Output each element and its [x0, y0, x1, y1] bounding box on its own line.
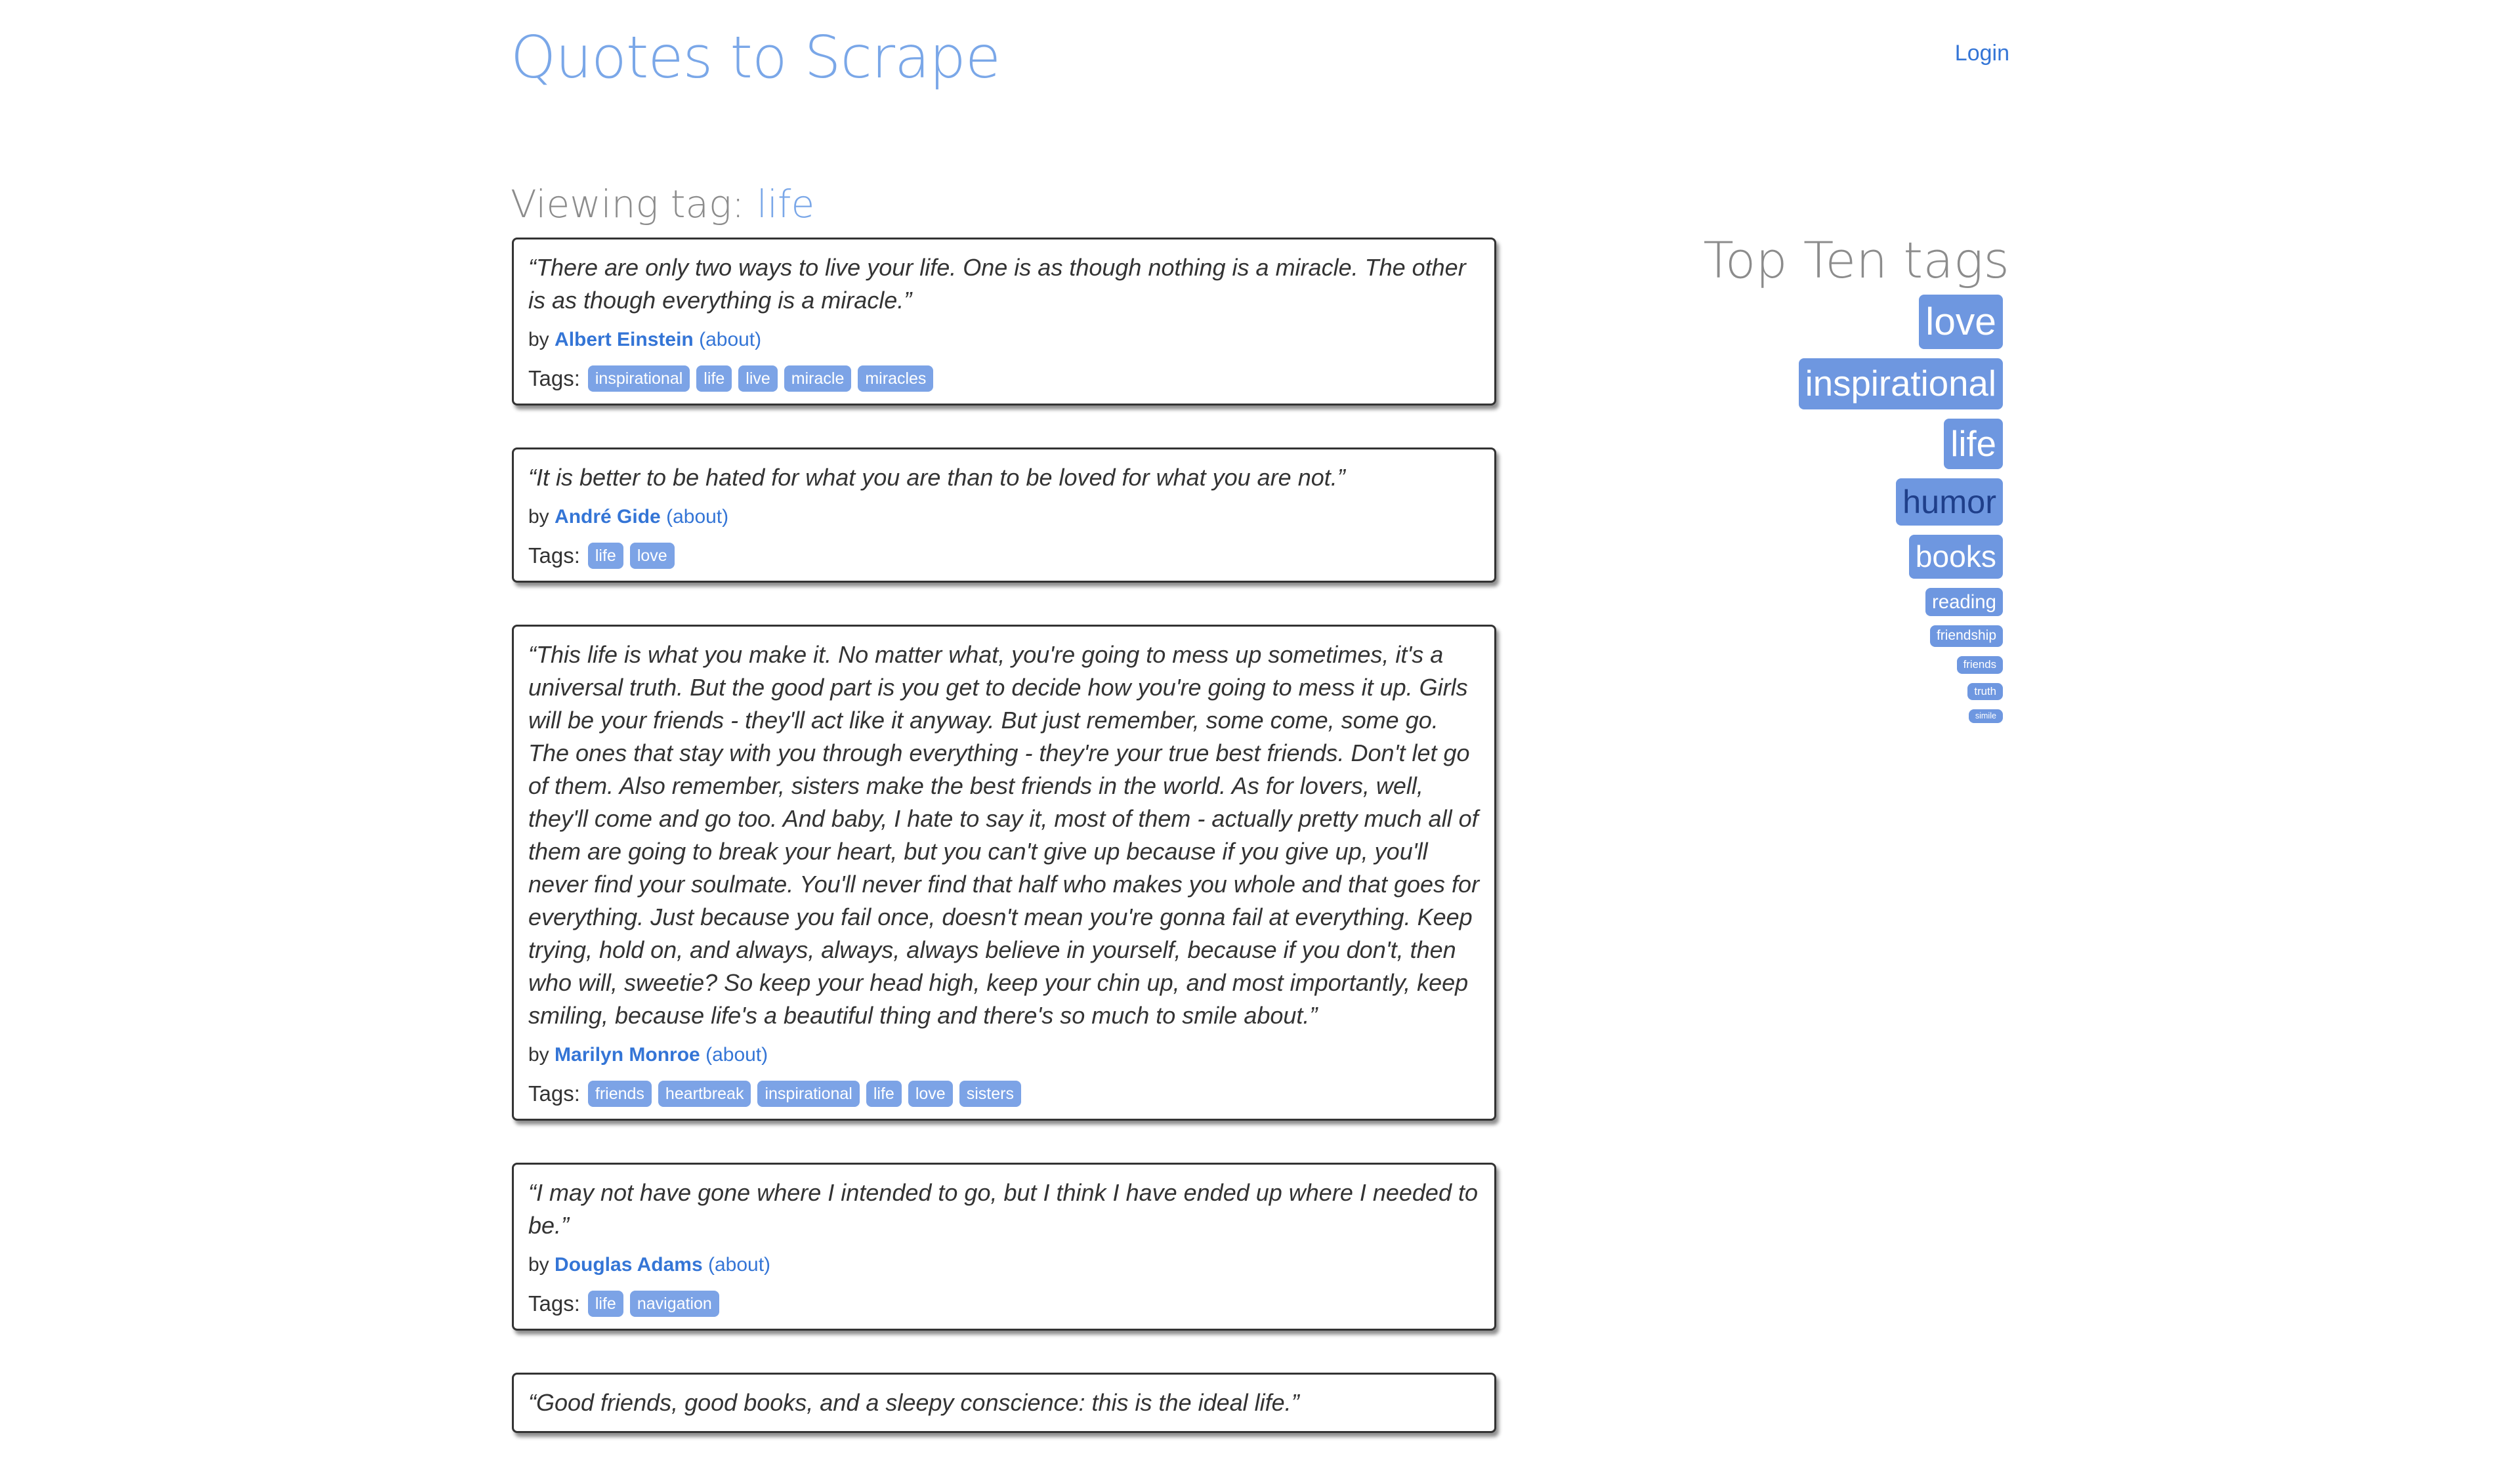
quote-author: Douglas Adams: [555, 1254, 703, 1276]
top-tag-link[interactable]: reading: [1925, 587, 2003, 617]
quote-author: Marilyn Monroe: [555, 1044, 700, 1066]
quote-tags: Tags: life navigation: [528, 1291, 1480, 1317]
tag-link[interactable]: live: [738, 365, 778, 392]
quote-text: “There are only two ways to live your li…: [528, 254, 1466, 314]
quote-tags: Tags: life love: [528, 543, 1480, 569]
quote-author: André Gide: [555, 506, 661, 528]
tag-link[interactable]: love: [629, 543, 675, 569]
tag-link[interactable]: life: [587, 1291, 623, 1317]
top-tag-link[interactable]: humor: [1896, 478, 2003, 526]
top-tag-link[interactable]: love: [1919, 294, 2003, 349]
top-tag-item: humor: [1642, 478, 2009, 526]
tag-link[interactable]: heartbreak: [658, 1081, 751, 1107]
quote-card: “I may not have gone where I intended to…: [512, 1163, 1496, 1331]
quote-author: Albert Einstein: [555, 329, 694, 350]
top-tag-item: simile: [1642, 709, 2009, 724]
top-tag-item: reading: [1642, 587, 2009, 617]
tag-link[interactable]: life: [696, 365, 732, 392]
tags-label: Tags:: [528, 1081, 580, 1106]
quote-tags: Tags: friends heartbreak inspirational life l…: [528, 1081, 1480, 1107]
quote-card: “It is better to be hated for what you a…: [512, 447, 1496, 583]
top-tag-item: inspirational: [1642, 358, 2009, 409]
top-tags-list: love inspirational life humor books reading fr…: [1642, 294, 2009, 724]
top-tag-link[interactable]: friendship: [1929, 625, 2003, 647]
quote-text: “This life is what you make it. No matte…: [528, 641, 1480, 1029]
quote-byline: by Douglas Adams (about): [528, 1254, 1480, 1276]
viewing-prefix: Viewing tag:: [511, 182, 757, 226]
top-tag-item: books: [1642, 535, 2009, 579]
quote-card: “This life is what you make it. No matte…: [512, 625, 1496, 1121]
tag-link[interactable]: life: [866, 1081, 902, 1107]
quote-tags: Tags: inspirational life live miracle miracle…: [528, 365, 1480, 392]
viewing-tag-heading: Viewing tag: life: [511, 182, 814, 226]
author-about-link[interactable]: (about): [708, 1254, 770, 1276]
tag-link[interactable]: life: [587, 543, 623, 569]
tag-link[interactable]: miracles: [858, 365, 934, 392]
tag-link[interactable]: miracle: [784, 365, 852, 392]
top-tag-link[interactable]: truth: [1967, 682, 2003, 701]
tag-link[interactable]: inspirational: [757, 1081, 860, 1107]
tags-label: Tags:: [528, 543, 580, 568]
tag-link[interactable]: navigation: [629, 1291, 719, 1317]
quote-text: “I may not have gone where I intended to…: [528, 1179, 1478, 1239]
top-tag-item: friends: [1642, 655, 2009, 674]
top-tag-link[interactable]: life: [1944, 418, 2003, 470]
tag-link[interactable]: friends: [587, 1081, 652, 1107]
site-title[interactable]: Quotes to Scrape: [511, 26, 1001, 90]
top-tag-item: life: [1642, 418, 2009, 470]
author-about-link[interactable]: (about): [666, 506, 728, 528]
author-about-link[interactable]: (about): [699, 329, 761, 350]
top-tags-sidebar: Top Ten tags love inspirational life humor b…: [1642, 233, 2009, 732]
by-label: by: [528, 329, 555, 350]
quote-byline: by Albert Einstein (about): [528, 329, 1480, 351]
viewing-tag-link[interactable]: life: [757, 182, 814, 226]
tags-label: Tags:: [528, 1291, 580, 1316]
quote-card: “There are only two ways to live your li…: [512, 238, 1496, 405]
top-tag-link[interactable]: simile: [1968, 709, 2003, 724]
tag-link[interactable]: sisters: [959, 1081, 1021, 1107]
quote-list: “There are only two ways to live your li…: [512, 238, 1496, 1475]
quote-text: “It is better to be hated for what you a…: [528, 464, 1345, 491]
top-tag-link[interactable]: friends: [1956, 655, 2003, 674]
login-link[interactable]: Login: [1955, 41, 2009, 66]
by-label: by: [528, 1044, 555, 1066]
by-label: by: [528, 506, 555, 528]
tag-link[interactable]: love: [908, 1081, 953, 1107]
top-tag-item: friendship: [1642, 625, 2009, 647]
tag-link[interactable]: inspirational: [587, 365, 690, 392]
top-tag-item: truth: [1642, 682, 2009, 701]
quote-byline: by André Gide (about): [528, 506, 1480, 528]
quote-text: “Good friends, good books, and a sleepy …: [528, 1389, 1299, 1416]
by-label: by: [528, 1254, 555, 1276]
author-about-link[interactable]: (about): [705, 1044, 768, 1066]
quote-byline: by Marilyn Monroe (about): [528, 1044, 1480, 1066]
top-tag-item: love: [1642, 294, 2009, 349]
top-tag-link[interactable]: inspirational: [1798, 358, 2003, 409]
top-tags-title: Top Ten tags: [1703, 231, 2009, 289]
top-tag-link[interactable]: books: [1908, 535, 2003, 579]
tags-label: Tags:: [528, 366, 580, 390]
quote-card: “Good friends, good books, and a sleepy …: [512, 1373, 1496, 1433]
